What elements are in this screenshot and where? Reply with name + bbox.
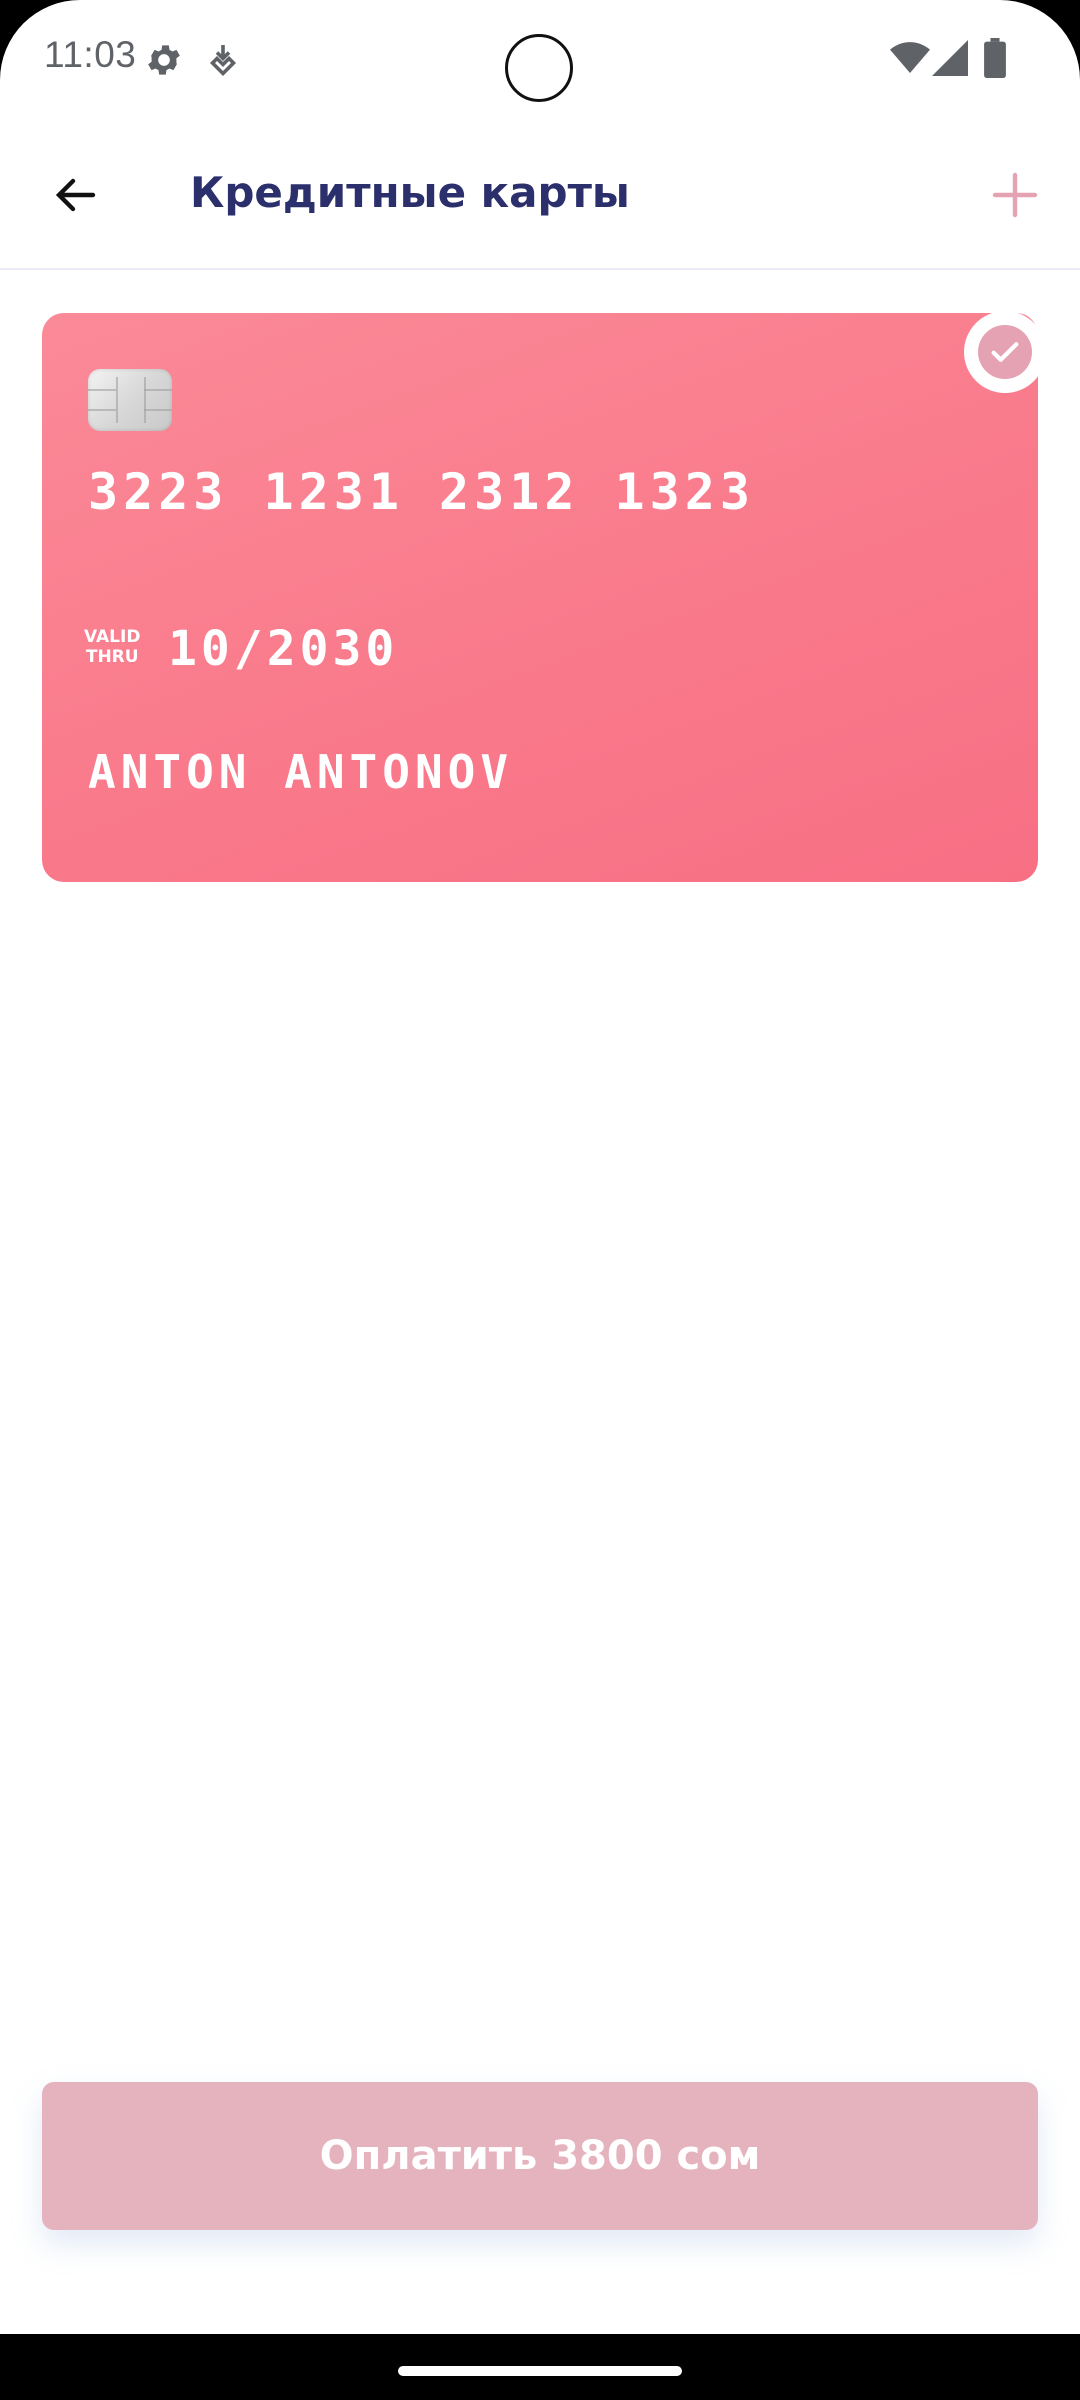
home-indicator[interactable] [398, 2366, 682, 2376]
card-number: 3223 1231 2312 1323 [88, 463, 755, 521]
back-button[interactable] [40, 160, 110, 230]
pay-button-label: Оплатить 3800 сом [319, 2133, 761, 2179]
pay-button[interactable]: Оплатить 3800 сом [42, 2082, 1038, 2230]
arrow-left-icon [55, 178, 96, 212]
credit-card[interactable]: 3223 1231 2312 1323 VALID THRU 10/2030 A… [42, 313, 1038, 882]
status-time: 11:03 [44, 34, 137, 75]
status-bar: 11:03 [0, 0, 1080, 120]
gear-icon [148, 45, 180, 75]
card-selected-badge [964, 311, 1046, 393]
card-holder: ANTON ANTONOV [88, 745, 514, 799]
page-title: Кредитные карты [190, 168, 630, 217]
card-chip-icon [88, 369, 172, 431]
check-icon [991, 342, 1019, 362]
thru-label: THRU [85, 647, 139, 667]
valid-thru-label: VALID THRU [84, 627, 140, 667]
camera-cutout [505, 34, 573, 102]
card-expiry: 10/2030 [168, 621, 399, 677]
valid-label: VALID [84, 627, 141, 647]
screen: 11:03 Кредитные карты 3223 1231 2312 132… [0, 0, 1080, 2334]
download-icon [209, 45, 237, 77]
signal-icon [932, 40, 968, 76]
plus-icon [992, 172, 1038, 218]
wifi-icon [890, 42, 930, 73]
add-card-button[interactable] [980, 160, 1050, 230]
app-bar: Кредитные карты [0, 120, 1080, 270]
battery-icon [984, 38, 1006, 78]
